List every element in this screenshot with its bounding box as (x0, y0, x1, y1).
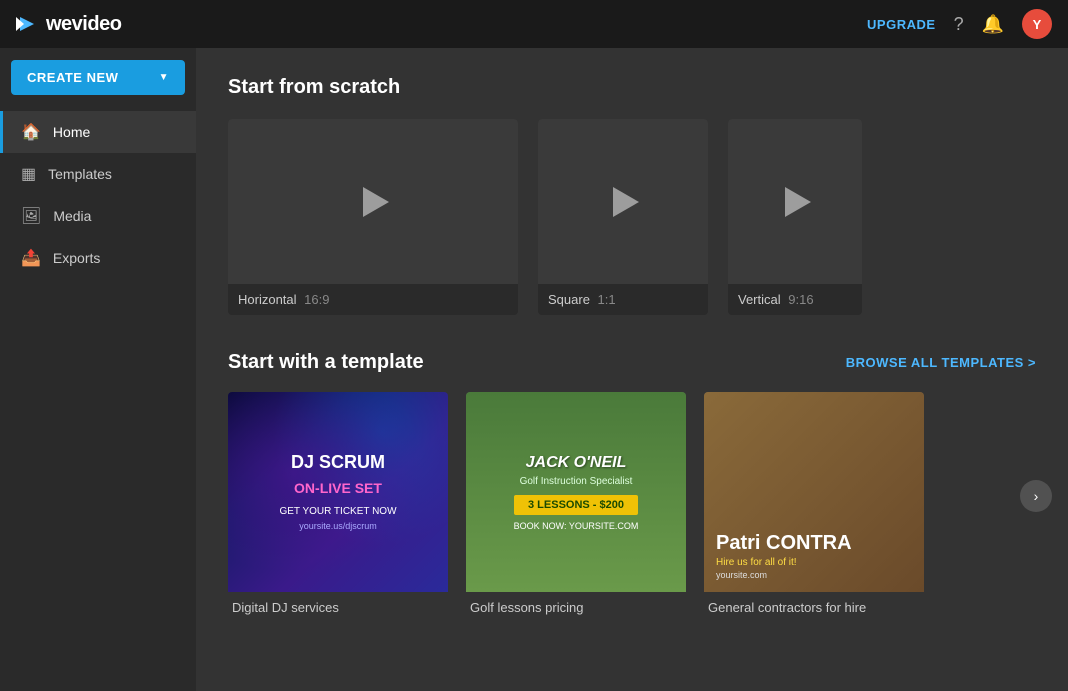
dj-cta: GET YOUR TICKET NOW (279, 506, 396, 517)
scratch-card-vertical[interactable]: Vertical 9:16 (728, 119, 862, 315)
template-section-title: Start with a template (228, 351, 424, 374)
template-next-arrow[interactable]: › (1020, 480, 1052, 512)
dj-title: DJ SCRUM (279, 453, 396, 473)
play-icon (613, 187, 639, 217)
golf-promo: 3 LESSONS - $200 (514, 495, 639, 515)
template-card-contractor[interactable]: Patri CONTRA Hire us for all of it! your… (704, 392, 924, 623)
sidebar-item-label: Exports (53, 250, 100, 266)
navbar-right: UPGRADE ? 🔔 Y (867, 9, 1052, 39)
templates-icon: ▦ (21, 164, 36, 184)
sidebar-item-label: Home (53, 124, 90, 140)
scratch-card-square[interactable]: Square 1:1 (538, 119, 708, 315)
dj-subtitle: ON-LIVE SET (279, 480, 396, 496)
template-card-golf[interactable]: JACK O'NEIL Golf Instruction Specialist … (466, 392, 686, 623)
template-card-label-contractor: General contractors for hire (704, 592, 924, 623)
scratch-label-vertical: Vertical 9:16 (728, 284, 862, 315)
help-icon[interactable]: ? (954, 14, 964, 35)
contractor-name: Patri CONTRA (716, 533, 852, 553)
template-cards: DJ SCRUM ON-LIVE SET GET YOUR TICKET NOW… (228, 392, 1036, 623)
template-card-label-dj: Digital DJ services (228, 592, 448, 623)
sidebar-nav: 🏠 Home ▦ Templates 🖼 Media 📤 Exports (0, 111, 196, 279)
browse-all-templates-button[interactable]: BROWSE ALL TEMPLATES > (846, 355, 1036, 370)
sidebar-item-home[interactable]: 🏠 Home (0, 111, 196, 153)
sidebar-item-label: Media (53, 208, 91, 224)
scratch-cards: Horizontal 16:9 Square 1:1 (228, 119, 1036, 315)
dj-url: yoursite.us/djscrum (279, 521, 396, 531)
upgrade-button[interactable]: UPGRADE (867, 17, 936, 32)
scratch-thumb-vertical (728, 119, 862, 284)
scratch-label-horizontal: Horizontal 16:9 (228, 284, 518, 315)
scratch-thumb-horizontal (228, 119, 518, 284)
media-icon: 🖼 (21, 206, 41, 226)
home-icon: 🏠 (21, 122, 41, 142)
golf-name: JACK O'NEIL (514, 454, 639, 472)
template-thumb-dj: DJ SCRUM ON-LIVE SET GET YOUR TICKET NOW… (228, 392, 448, 592)
scratch-section-title: Start from scratch (228, 76, 1036, 99)
navbar-left: wevideo (16, 13, 121, 36)
scratch-thumb-square (538, 119, 708, 284)
notifications-icon[interactable]: 🔔 (982, 14, 1004, 35)
sidebar-item-label: Templates (48, 166, 112, 182)
create-new-button[interactable]: CREATE NEW ▼ (11, 60, 185, 95)
navbar: wevideo UPGRADE ? 🔔 Y (0, 0, 1068, 48)
golf-subtitle: Golf Instruction Specialist (514, 476, 639, 487)
wevideo-logo-icon (16, 13, 38, 35)
templates-header: Start with a template BROWSE ALL TEMPLAT… (228, 351, 1036, 374)
exports-icon: 📤 (21, 248, 41, 268)
template-thumb-golf: JACK O'NEIL Golf Instruction Specialist … (466, 392, 686, 592)
play-icon (363, 187, 389, 217)
chevron-down-icon: ▼ (159, 72, 169, 83)
template-cards-wrapper: DJ SCRUM ON-LIVE SET GET YOUR TICKET NOW… (228, 392, 1036, 623)
template-card-label-golf: Golf lessons pricing (466, 592, 686, 623)
template-thumb-contractor: Patri CONTRA Hire us for all of it! your… (704, 392, 924, 592)
sidebar: CREATE NEW ▼ 🏠 Home ▦ Templates 🖼 Media … (0, 48, 196, 691)
sidebar-item-media[interactable]: 🖼 Media (0, 195, 196, 237)
main-content: Start from scratch Horizontal 16:9 Squar… (196, 48, 1068, 691)
logo-text: wevideo (46, 13, 121, 36)
play-icon (785, 187, 811, 217)
avatar[interactable]: Y (1022, 9, 1052, 39)
sidebar-item-templates[interactable]: ▦ Templates (0, 153, 196, 195)
contractor-cta: Hire us for all of it! (716, 557, 797, 568)
template-card-dj[interactable]: DJ SCRUM ON-LIVE SET GET YOUR TICKET NOW… (228, 392, 448, 623)
app-body: CREATE NEW ▼ 🏠 Home ▦ Templates 🖼 Media … (0, 48, 1068, 691)
contractor-url: yoursite.com (716, 570, 767, 580)
golf-cta: BOOK NOW: YOURSITE.COM (514, 521, 639, 531)
scratch-card-horizontal[interactable]: Horizontal 16:9 (228, 119, 518, 315)
scratch-label-square: Square 1:1 (538, 284, 708, 315)
sidebar-item-exports[interactable]: 📤 Exports (0, 237, 196, 279)
